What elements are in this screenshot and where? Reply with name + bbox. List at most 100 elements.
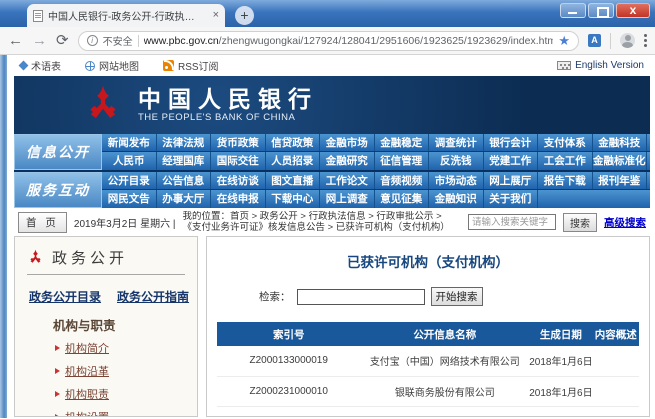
nav-item[interactable]: 网上展厅 xyxy=(484,172,539,189)
security-label: 不安全 xyxy=(103,33,133,48)
sitemap-link[interactable]: 网站地图 xyxy=(85,58,139,73)
rss-icon xyxy=(163,60,174,71)
reload-button[interactable]: ⟳ xyxy=(56,33,69,48)
nav-item[interactable]: 反洗钱 xyxy=(429,152,484,170)
home-button[interactable]: 首 页 xyxy=(18,212,67,233)
page-title: 已获许可机构（支付机构） xyxy=(217,251,639,271)
nav-item[interactable]: 金融科技 xyxy=(593,134,648,151)
new-tab-button[interactable]: + xyxy=(235,6,254,25)
nav-item[interactable]: 网上调查 xyxy=(320,190,375,208)
nav-item[interactable]: 图文直播 xyxy=(266,172,321,189)
nav-item[interactable]: 支付体系 xyxy=(538,134,593,151)
translate-icon[interactable]: A xyxy=(588,34,601,47)
sidebar-item[interactable]: 机构沿革 xyxy=(55,363,185,379)
nav-item[interactable]: 经理国库 xyxy=(157,152,212,170)
sidebar-item-link[interactable]: 机构沿革 xyxy=(65,363,109,379)
nav-item[interactable]: 公告信息 xyxy=(157,172,212,189)
cell-info-name[interactable]: 支付宝（中国）网络技术有限公司 xyxy=(360,346,529,376)
nav-item[interactable]: 人民币 xyxy=(102,152,157,170)
breadcrumb[interactable]: 我的位置：首页 > 政务公开 > 行政执法信息 > 行政审批公示 > 《支付业务… xyxy=(182,211,461,234)
cell-info-name[interactable]: 银联商务股份有限公司 xyxy=(360,376,529,406)
english-version-link[interactable]: English Version xyxy=(557,60,644,71)
glossary-link[interactable]: 术语表 xyxy=(20,58,61,73)
sidebar-link-catalog[interactable]: 政务公开目录 xyxy=(29,288,101,305)
browser-tab[interactable]: 中国人民银行-政务公开-行政执… × xyxy=(27,4,225,27)
nav-item[interactable]: 音频视频 xyxy=(375,172,430,189)
col-info-name: 公开信息名称 xyxy=(360,322,529,346)
nav-item[interactable]: 在线申报 xyxy=(211,190,266,208)
table-row[interactable]: Z2000231000010银联商务股份有限公司2018年1月6日 xyxy=(217,376,639,406)
start-search-button[interactable]: 开始搜索 xyxy=(431,287,483,306)
nav-item[interactable]: 在线访谈 xyxy=(211,172,266,189)
cell-info-name[interactable]: 资和信电子支付有限公司 xyxy=(360,406,529,417)
nav-item[interactable]: 货币政策 xyxy=(211,134,266,151)
filter-input[interactable] xyxy=(297,289,425,305)
nav-item[interactable]: 意见征集 xyxy=(375,190,430,208)
bookmark-star-icon[interactable]: ★ xyxy=(558,33,570,49)
nav-item[interactable]: 公开目录 xyxy=(102,172,157,189)
sidebar-item[interactable]: 机构简介 xyxy=(55,340,185,356)
nav-item[interactable]: 党建工作 xyxy=(484,152,539,170)
site-search-button[interactable]: 搜索 xyxy=(563,213,597,232)
nav-item[interactable]: 金融市场 xyxy=(320,134,375,151)
nav-group-info-disclosure[interactable]: 信息公开 xyxy=(14,134,102,170)
sidebar-item-link[interactable]: 机构简介 xyxy=(65,340,109,356)
table-row[interactable]: Z2000311000013资和信电子支付有限公司2016年5月3日 xyxy=(217,406,639,417)
english-icon xyxy=(557,61,571,70)
nav-item[interactable]: 网民文告 xyxy=(102,190,157,208)
info-icon[interactable]: i xyxy=(87,35,98,46)
nav-item[interactable]: 金融研究 xyxy=(320,152,375,170)
sidebar-item-link[interactable]: 机构职责 xyxy=(65,386,109,402)
back-button[interactable]: ← xyxy=(8,33,23,48)
nav-item[interactable]: 金融稳定 xyxy=(375,134,430,151)
nav-item[interactable]: 法律法规 xyxy=(157,134,212,151)
nav-item[interactable]: 关于我们 xyxy=(484,190,539,208)
advanced-search-link[interactable]: 高级搜索 xyxy=(604,215,646,230)
cell-index-number: Z2000133000019 xyxy=(217,346,360,376)
nav-item[interactable]: 工会工作 xyxy=(538,152,593,170)
table-row[interactable]: Z2000133000019支付宝（中国）网络技术有限公司2018年1月6日 xyxy=(217,346,639,376)
nav-group-service-interaction[interactable]: 服务互动 xyxy=(14,172,102,208)
cell-date: 2016年5月3日 xyxy=(529,406,592,417)
window-close-button[interactable]: x xyxy=(616,3,650,18)
nav-item[interactable]: 信贷政策 xyxy=(266,134,321,151)
browser-menu-icon[interactable] xyxy=(644,34,647,47)
current-date: 2019年3月2日 星期六 | xyxy=(74,215,176,230)
nav-item[interactable]: 银行会计 xyxy=(484,134,539,151)
sidebar-item[interactable]: 机构设置 xyxy=(55,409,185,417)
sidebar-item[interactable]: 机构职责 xyxy=(55,386,185,402)
filter-label: 检索： xyxy=(259,289,291,304)
tab-close-icon[interactable]: × xyxy=(213,10,219,21)
cell-date: 2018年1月6日 xyxy=(529,346,592,376)
nav-item[interactable]: 新闻发布 xyxy=(102,134,157,151)
sidebar-link-guide[interactable]: 政务公开指南 xyxy=(117,288,189,305)
browser-window: 中国人民银行-政务公开-行政执… × + x ← → ⟳ i 不安全 www.p… xyxy=(0,0,655,419)
window-maximize-button[interactable] xyxy=(588,3,614,18)
rss-link[interactable]: RSS订阅 xyxy=(163,58,219,73)
site-banner: 中国人民银行 THE PEOPLE'S BANK OF CHINA xyxy=(14,76,650,134)
site-search-input[interactable] xyxy=(468,214,556,230)
window-minimize-button[interactable] xyxy=(560,3,586,18)
profile-avatar[interactable] xyxy=(620,33,635,48)
browser-toolbar: ← → ⟳ i 不安全 www.pbc.gov.cn/zhengwugongka… xyxy=(0,27,655,55)
nav-item[interactable]: 金融知识 xyxy=(429,190,484,208)
sidebar-section-heading: 机构与职责 xyxy=(53,315,185,334)
nav-item[interactable]: 调查统计 xyxy=(429,134,484,151)
nav-item[interactable]: 报刊年鉴 xyxy=(593,172,648,189)
tab-favicon-icon xyxy=(33,10,43,22)
nav-item[interactable]: 人员招录 xyxy=(266,152,321,170)
forward-button[interactable]: → xyxy=(32,33,47,48)
pbc-logo-small-icon xyxy=(27,249,44,266)
nav-item[interactable]: 工作论文 xyxy=(320,172,375,189)
nav-item[interactable]: 市场动态 xyxy=(429,172,484,189)
sidebar-item-link[interactable]: 机构设置 xyxy=(65,409,109,417)
nav-item[interactable]: 下载中心 xyxy=(266,190,321,208)
nav-item[interactable]: 办事大厅 xyxy=(157,190,212,208)
nav-item[interactable]: 报告下载 xyxy=(538,172,593,189)
nav-item[interactable]: 征信管理 xyxy=(375,152,430,170)
address-bar[interactable]: i 不安全 www.pbc.gov.cn/zhengwugongkai/1279… xyxy=(78,31,579,51)
nav-item[interactable]: 国际交往 xyxy=(211,152,266,170)
nav-item[interactable]: 金融标准化 xyxy=(593,152,648,170)
glossary-icon xyxy=(19,61,29,71)
site-utility-bar: 术语表 网站地图 RSS订阅 English Version xyxy=(14,55,650,76)
